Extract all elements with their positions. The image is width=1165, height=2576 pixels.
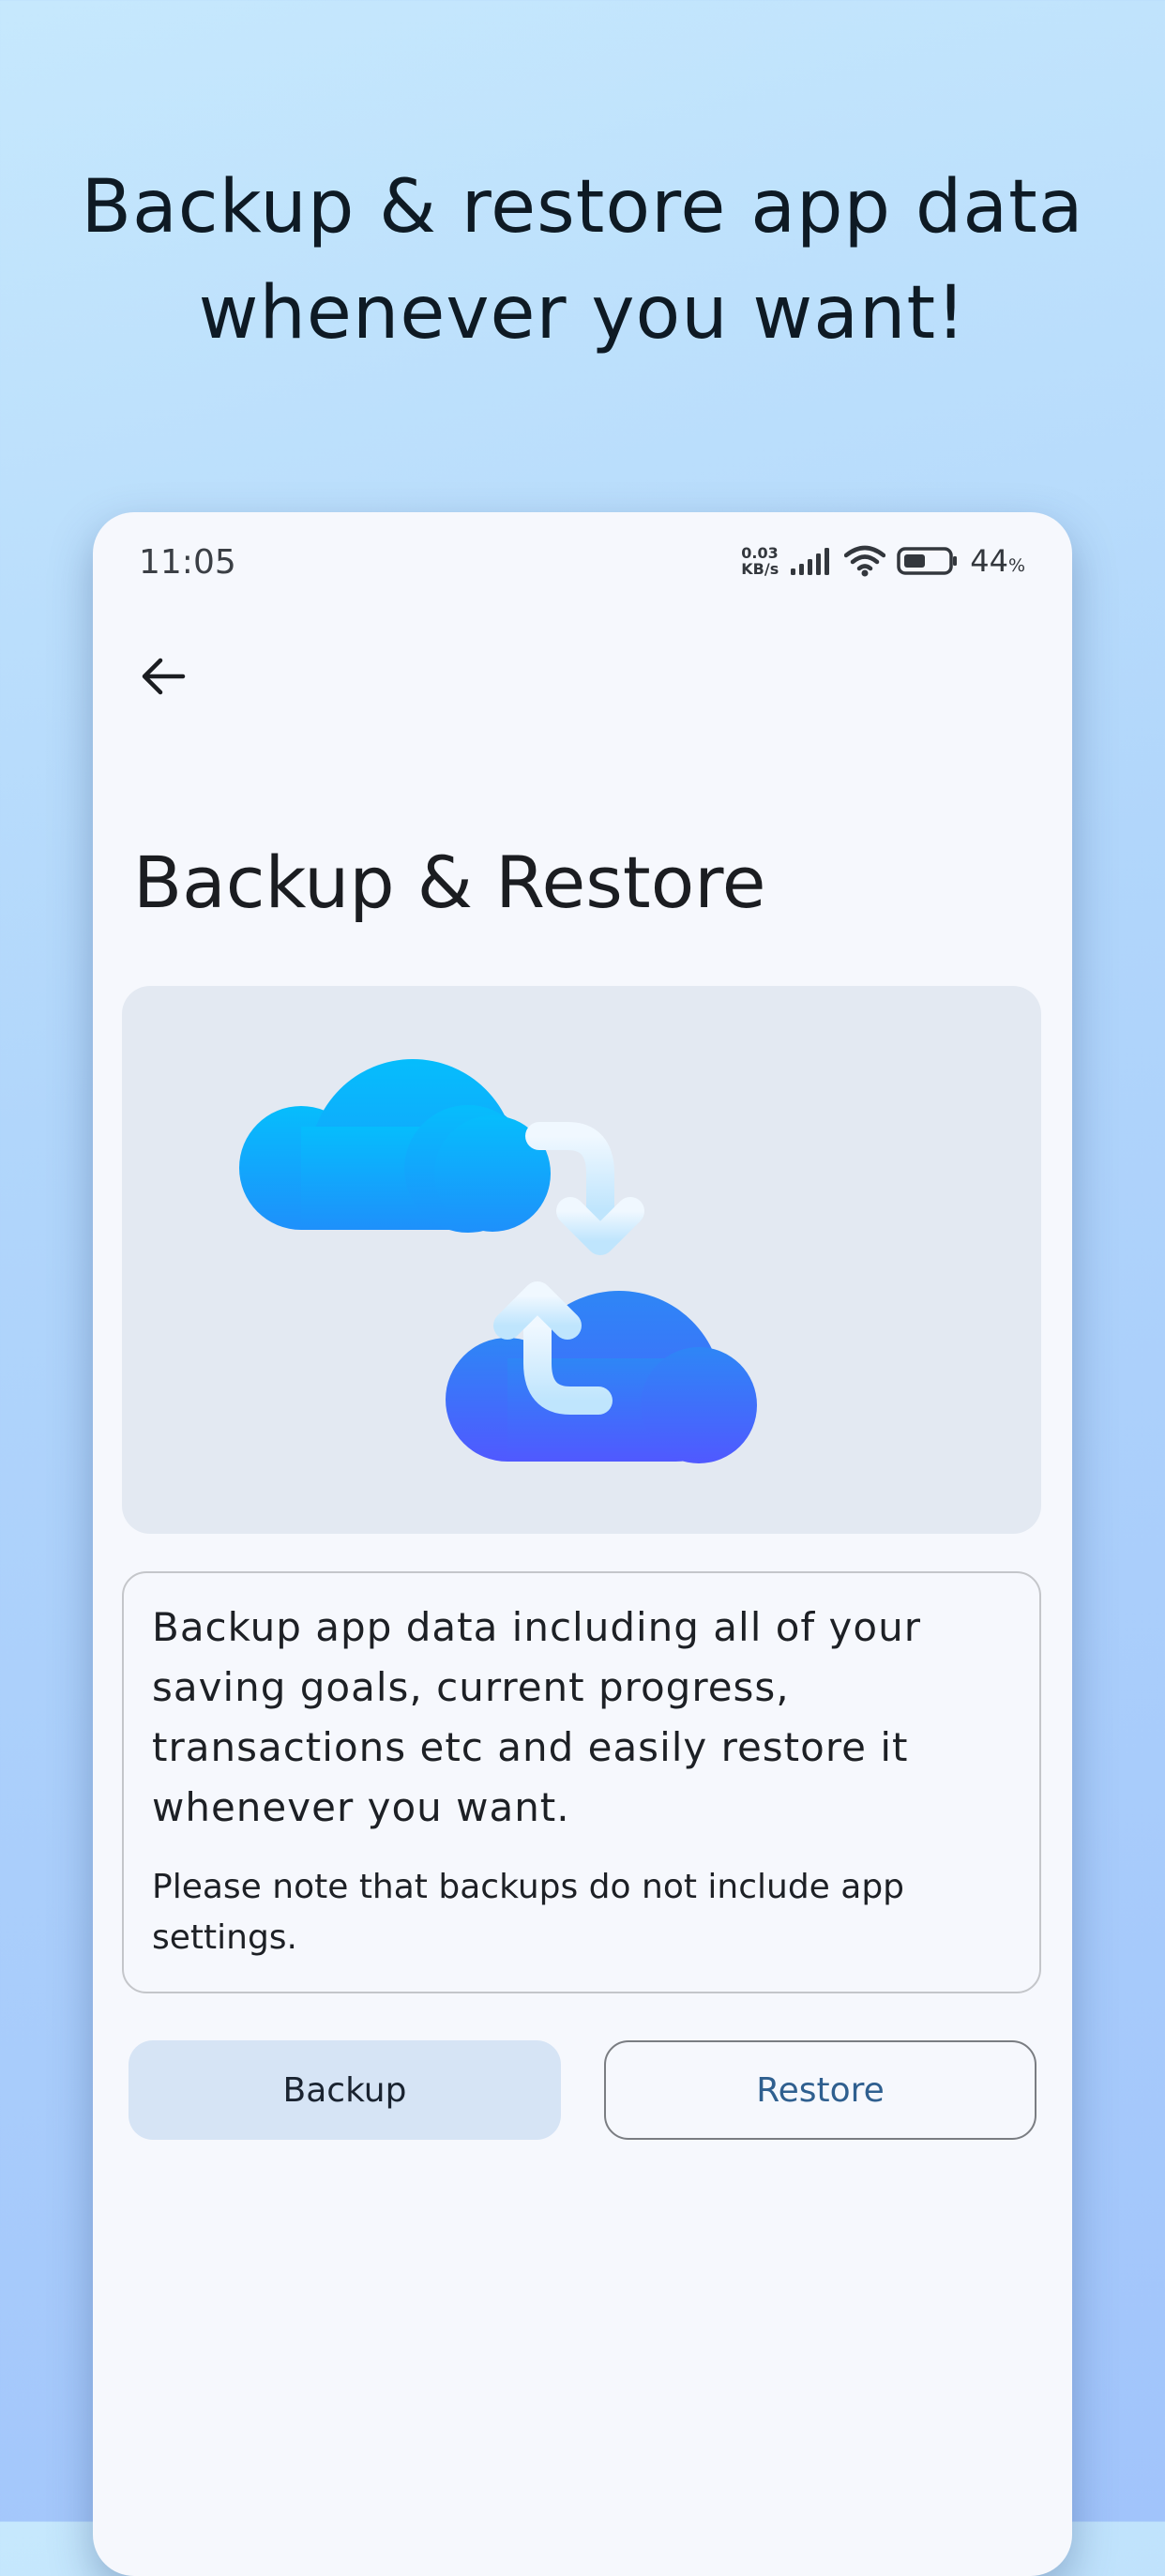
- arrow-left-icon: [142, 658, 186, 695]
- backup-illustration: [122, 986, 1041, 1534]
- battery-percent-symbol: %: [1007, 555, 1025, 576]
- battery-level: 44%: [970, 543, 1025, 579]
- status-time: 11:05: [139, 543, 236, 582]
- battery-icon: [897, 547, 958, 575]
- status-indicators: 0.03 KB/s 44%: [741, 542, 1025, 580]
- sync-arrow-icon: [525, 1122, 644, 1255]
- page-title: Backup & Restore: [133, 841, 766, 924]
- status-bar: 11:05 0.03 KB/s 44%: [93, 512, 1072, 615]
- network-speed-unit: KB/s: [741, 560, 779, 578]
- promo-headline: Backup & restore app data whenever you w…: [0, 155, 1165, 367]
- battery-percent: 44: [970, 543, 1008, 579]
- network-speed-value: 0.03: [741, 544, 779, 562]
- cloud-icon: [239, 1059, 551, 1265]
- restore-button[interactable]: Restore: [604, 2040, 1036, 2140]
- headline-line-2: whenever you want!: [198, 271, 967, 356]
- info-description: Backup app data including all of your sa…: [152, 1604, 921, 1830]
- wifi-icon: [844, 545, 886, 577]
- info-card: Backup app data including all of your sa…: [122, 1571, 1041, 1993]
- headline-line-1: Backup & restore app data: [81, 165, 1084, 250]
- network-speed: 0.03 KB/s: [741, 545, 779, 577]
- phone-screen: 11:05 0.03 KB/s 44% Backup & Restore Bac…: [93, 512, 1072, 2576]
- back-button[interactable]: [130, 644, 196, 709]
- backup-button[interactable]: Backup: [129, 2040, 561, 2140]
- info-note: Please note that backups do not include …: [152, 1868, 905, 1957]
- signal-icon: [791, 548, 830, 575]
